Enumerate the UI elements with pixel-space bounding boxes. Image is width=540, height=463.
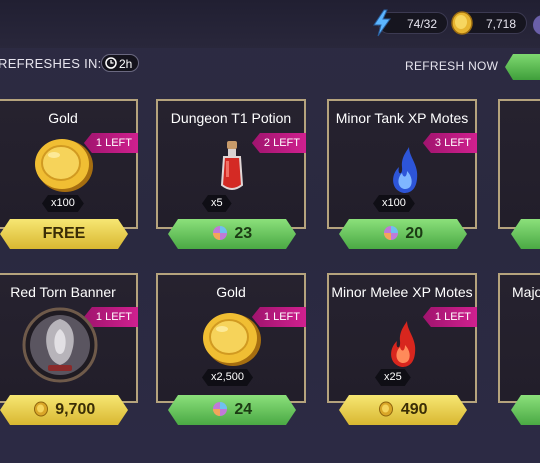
shop-card-red-torn-banner[interactable]: Red Torn Banner 1 LEFT: [0, 273, 138, 403]
shop-card-dungeon-potion[interactable]: Dungeon T1 Potion 2 LEFT x5: [156, 99, 306, 229]
coin-icon: [33, 401, 49, 417]
timer-value: 2h: [119, 57, 133, 71]
card-title: Red Torn Banner: [10, 284, 116, 300]
quantity-label: x100: [373, 195, 415, 212]
price-button[interactable]: 23: [168, 219, 296, 249]
quantity-label: x100: [42, 195, 84, 212]
shop-card-gold-100[interactable]: Gold 1 LEFT x100: [0, 99, 138, 229]
card-title: Minor Tank XP Motes: [335, 110, 469, 126]
price-text: 490: [400, 401, 428, 418]
coin-icon: [451, 11, 473, 35]
card-title: Minor Melee XP Motes: [331, 284, 473, 300]
shop-card-gold-2500[interactable]: Gold 1 LEFT x2,500: [156, 273, 306, 403]
gem-icon: [383, 225, 399, 241]
stock-badge: 3 LEFT: [422, 133, 477, 153]
gem-icon: [212, 225, 228, 241]
card-title: Majo: [512, 284, 540, 300]
gold-coin-icon: [35, 139, 93, 192]
quantity-label: x5: [202, 195, 232, 212]
gold-coin-icon: [203, 313, 261, 366]
price-text: 23: [234, 225, 253, 242]
card-title: Dungeon T1 Potion: [170, 110, 292, 126]
shop-screen: 74/32 7,718 REFRESHES IN: 2h REFRESH NOW…: [0, 0, 540, 463]
quantity-label: x2,500: [202, 369, 253, 386]
price-text: FREE: [42, 225, 86, 242]
price-text: 24: [234, 401, 253, 418]
refresh-now-button[interactable]: [505, 54, 540, 80]
price-button[interactable]: 20: [339, 219, 467, 249]
price-button[interactable]: 490: [339, 395, 467, 425]
clock-icon: [105, 57, 117, 69]
coin-icon: [378, 401, 394, 417]
shop-card-melee-xp-motes[interactable]: Minor Melee XP Motes 1 LEFT x25: [327, 273, 477, 403]
stock-badge: 2 LEFT: [251, 133, 306, 153]
gem-icon: [212, 401, 228, 417]
blue-flame-icon: [393, 147, 418, 193]
refresh-timer: 2h: [101, 54, 139, 72]
menu-orb-icon[interactable]: [531, 13, 540, 37]
gold-value: 7,718: [485, 17, 516, 31]
red-flame-icon: [391, 321, 416, 367]
shop-card-partial-top[interactable]: [498, 99, 540, 229]
refresh-now-label: REFRESH NOW: [405, 59, 499, 73]
card-title: Gold: [216, 284, 246, 300]
energy-value: 74/32: [406, 17, 437, 31]
lightning-icon: [373, 9, 391, 37]
shop-card-partial-bottom[interactable]: Majo: [498, 273, 540, 403]
price-button[interactable]: 24: [168, 395, 296, 425]
banner-emblem-icon: [22, 307, 98, 383]
price-button[interactable]: FREE: [0, 219, 128, 249]
price-text: 9,700: [55, 401, 96, 418]
potion-icon: [220, 141, 244, 190]
price-button[interactable]: 9,700: [0, 395, 128, 425]
refresh-label: REFRESHES IN:: [0, 56, 102, 71]
price-text: 20: [405, 225, 424, 242]
card-title: Gold: [48, 110, 78, 126]
shop-card-tank-xp-motes[interactable]: Minor Tank XP Motes 3 LEFT x100: [327, 99, 477, 229]
quantity-label: x25: [375, 369, 411, 386]
stock-badge: 1 LEFT: [422, 307, 477, 327]
